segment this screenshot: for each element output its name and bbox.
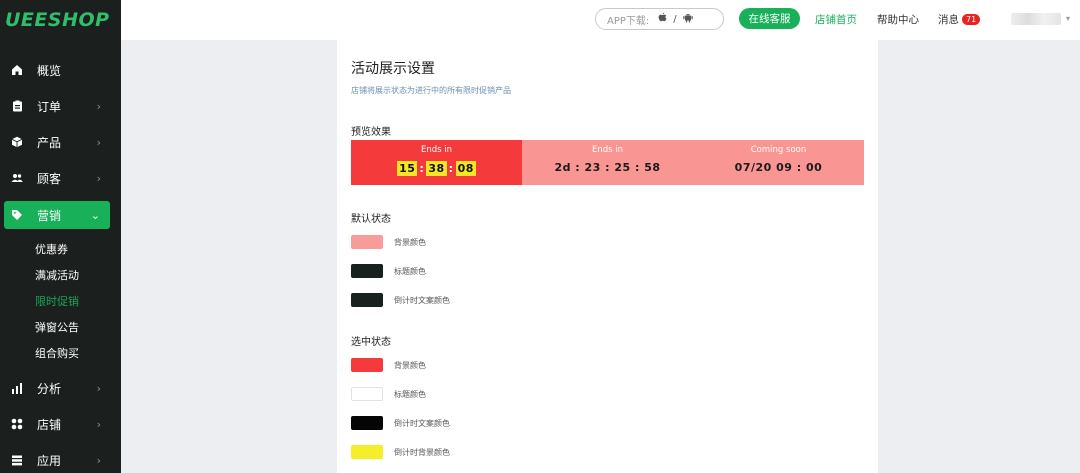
clipboard-icon <box>10 99 24 113</box>
preview-coming-soon-tile[interactable]: Coming soon 07/20 09 : 00 <box>693 140 864 185</box>
swatch-label: 倒计时文案颜色 <box>394 295 450 305</box>
swatch-label: 倒计时背景颜色 <box>394 447 450 457</box>
box-icon <box>10 135 24 149</box>
sidebar-item-label: 营销 <box>37 208 62 223</box>
preview-label: 预览效果 <box>351 127 391 138</box>
default-countdown-text-color-row: 倒计时文案颜色 <box>351 293 450 307</box>
grid-icon <box>10 417 24 431</box>
chevron-right-icon: › <box>96 417 101 431</box>
chevron-right-icon: › <box>96 99 101 113</box>
start-time-value: 07/20 09 : 00 <box>734 161 823 174</box>
swatch-label: 标题颜色 <box>394 389 426 399</box>
default-title-color-row: 标题颜色 <box>351 264 426 278</box>
color-swatch[interactable] <box>351 293 383 307</box>
submenu-item-flash-sale[interactable]: 限时促销 <box>35 293 79 309</box>
brand-logo[interactable]: UEESHOP <box>0 0 121 40</box>
apps-icon <box>10 453 24 467</box>
online-service-button[interactable]: 在线客服 <box>739 8 800 29</box>
chevron-down-icon: ⌄ <box>90 208 100 222</box>
selected-bg-color-row: 背景颜色 <box>351 358 426 372</box>
help-center-link[interactable]: 帮助中心 <box>877 12 919 27</box>
sidebar-item-label: 分析 <box>37 381 62 396</box>
chevron-right-icon: › <box>96 381 101 395</box>
sidebar-item-label: 产品 <box>37 135 62 150</box>
sidebar-item-label: 概览 <box>37 63 62 78</box>
color-swatch[interactable] <box>351 445 383 459</box>
android-icon[interactable] <box>682 12 693 26</box>
sidebar-item-apps[interactable]: 应用 › <box>0 445 121 473</box>
swatch-label: 背景颜色 <box>394 237 426 247</box>
sidebar-item-products[interactable]: 产品 › <box>0 127 121 157</box>
chevron-right-icon: › <box>96 135 101 149</box>
swatch-label: 标题颜色 <box>394 266 426 276</box>
submenu-item-coupons[interactable]: 优惠券 <box>35 241 68 257</box>
sidebar-item-orders[interactable]: 订单 › <box>0 91 121 121</box>
app-download-label: APP下载: <box>607 15 650 27</box>
submenu-item-popup-notice[interactable]: 弹窗公告 <box>35 319 79 335</box>
sidebar-item-overview[interactable]: 概览 <box>0 55 121 85</box>
preview-tile-label: Ends in <box>591 145 624 155</box>
countdown-value: 15:38:08 <box>397 161 476 176</box>
default-bg-color-row: 背景颜色 <box>351 235 426 249</box>
sidebar-item-label: 应用 <box>37 453 62 468</box>
sidebar: UEESHOP 概览 订单 › 产品 › 顾客 › 营销 ⌄ 优惠券 满减活动 <box>0 0 121 473</box>
sidebar-item-analytics[interactable]: 分析 › <box>0 373 121 403</box>
color-swatch[interactable] <box>351 416 383 430</box>
color-swatch[interactable] <box>351 235 383 249</box>
color-swatch[interactable] <box>351 387 383 401</box>
countdown-value: 2d : 23 : 25 : 58 <box>554 161 661 174</box>
app-download-pill[interactable]: APP下载: / <box>595 8 724 30</box>
swatch-label: 倒计时文案颜色 <box>394 418 450 428</box>
page-title: 活动展示设置 <box>351 61 435 77</box>
preview-selected-tile[interactable]: Ends in 15:38:08 <box>351 140 522 185</box>
page-description: 店铺将展示状态为进行中的所有限时促销产品 <box>351 86 511 95</box>
swatch-label: 背景颜色 <box>394 360 426 370</box>
color-swatch[interactable] <box>351 264 383 278</box>
selected-countdown-bg-color-row: 倒计时背景颜色 <box>351 445 450 459</box>
tag-icon <box>10 208 24 222</box>
message-count-badge: 71 <box>962 14 981 25</box>
preview-tile-label: Coming soon <box>750 145 807 155</box>
sidebar-item-label: 顾客 <box>37 171 62 186</box>
submenu-item-discount-events[interactable]: 满减活动 <box>35 267 79 283</box>
sidebar-item-label: 订单 <box>37 99 62 114</box>
countdown-seconds: 08 <box>455 161 476 176</box>
sidebar-item-marketing[interactable]: 营销 ⌄ <box>4 201 110 229</box>
separator-slash: / <box>673 13 677 25</box>
color-swatch[interactable] <box>351 358 383 372</box>
submenu-item-bundle[interactable]: 组合购买 <box>35 345 79 361</box>
selected-title-color-row: 标题颜色 <box>351 387 426 401</box>
bar-chart-icon <box>10 381 24 395</box>
dropdown-caret-icon[interactable]: ▾ <box>1066 14 1070 23</box>
messages-label: 消息 <box>938 14 959 26</box>
preview-default-tile[interactable]: Ends in 2d : 23 : 25 : 58 <box>522 140 693 185</box>
users-icon <box>10 171 24 185</box>
sidebar-item-customers[interactable]: 顾客 › <box>0 163 121 193</box>
chevron-right-icon: › <box>96 171 101 185</box>
top-header: APP下载: / 在线客服 店铺首页 帮助中心 消息 71 ▾ <box>121 0 1080 40</box>
selected-countdown-text-color-row: 倒计时文案颜色 <box>351 416 450 430</box>
user-account-name[interactable] <box>1011 13 1061 25</box>
countdown-preview: Ends in 15:38:08 Ends in 2d : 23 : 25 : … <box>351 140 864 185</box>
settings-card: 活动展示设置 店铺将展示状态为进行中的所有限时促销产品 预览效果 Ends in… <box>337 40 878 473</box>
chevron-right-icon: › <box>96 453 101 467</box>
preview-tile-label: Ends in <box>420 145 453 155</box>
store-home-link[interactable]: 店铺首页 <box>815 12 857 27</box>
countdown-hours: 15 <box>397 161 418 176</box>
messages-link[interactable]: 消息 71 <box>938 12 981 27</box>
default-state-label: 默认状态 <box>351 214 391 225</box>
apple-icon[interactable] <box>658 12 667 26</box>
sidebar-item-label: 店铺 <box>37 417 62 432</box>
selected-state-label: 选中状态 <box>351 337 391 348</box>
home-icon <box>10 63 24 77</box>
countdown-minutes: 38 <box>426 161 447 176</box>
sidebar-item-store[interactable]: 店铺 › <box>0 409 121 439</box>
